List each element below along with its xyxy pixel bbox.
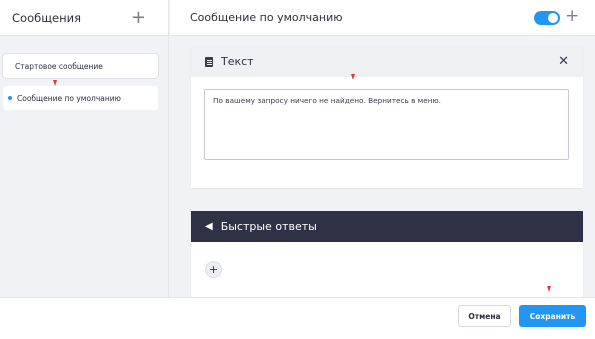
marker-icon	[53, 80, 57, 86]
message-text-field[interactable]: По вашему запросу ничего не найдено. Вер…	[204, 89, 569, 160]
page-title: Сообщение по умолчанию	[190, 11, 343, 24]
message-item-label: Стартовое сообщение	[15, 61, 103, 71]
close-icon[interactable]: ✕	[558, 55, 569, 68]
sidebar-title: Сообщения	[12, 10, 82, 25]
add-message-button[interactable]: +	[131, 8, 146, 27]
enable-toggle[interactable]	[534, 11, 560, 25]
text-card-title: Текст	[221, 55, 254, 68]
main-header: Сообщение по умолчанию	[170, 0, 595, 36]
save-button[interactable]: Сохранить	[519, 305, 586, 327]
add-quick-reply-button[interactable]: +	[205, 261, 222, 278]
cancel-button[interactable]: Отмена	[458, 305, 511, 327]
header-add-button[interactable]: +	[565, 8, 579, 25]
quick-replies-title: Быстрые ответы	[220, 220, 317, 233]
marker-icon	[547, 286, 551, 292]
active-dot-icon	[8, 96, 12, 100]
sidebar-header: Сообщения +	[0, 0, 168, 36]
toggle-knob	[548, 13, 558, 23]
quick-replies-card: ◀ Быстрые ответы +	[191, 211, 583, 297]
message-item-default[interactable]: Сообщение по умолчанию	[2, 85, 159, 111]
reply-arrow-icon: ◀	[205, 221, 213, 232]
marker-icon	[351, 74, 355, 80]
text-card: Текст ✕ По вашему запросу ничего не найд…	[191, 46, 583, 188]
message-item-label: Сообщение по умолчанию	[17, 93, 121, 103]
quick-replies-header: ◀ Быстрые ответы	[191, 211, 583, 242]
document-icon	[205, 56, 213, 67]
messages-sidebar: Сообщения + Стартовое сообщение Сообщени…	[0, 0, 169, 297]
text-card-header: Текст	[191, 46, 583, 77]
message-item-start[interactable]: Стартовое сообщение	[2, 53, 159, 79]
